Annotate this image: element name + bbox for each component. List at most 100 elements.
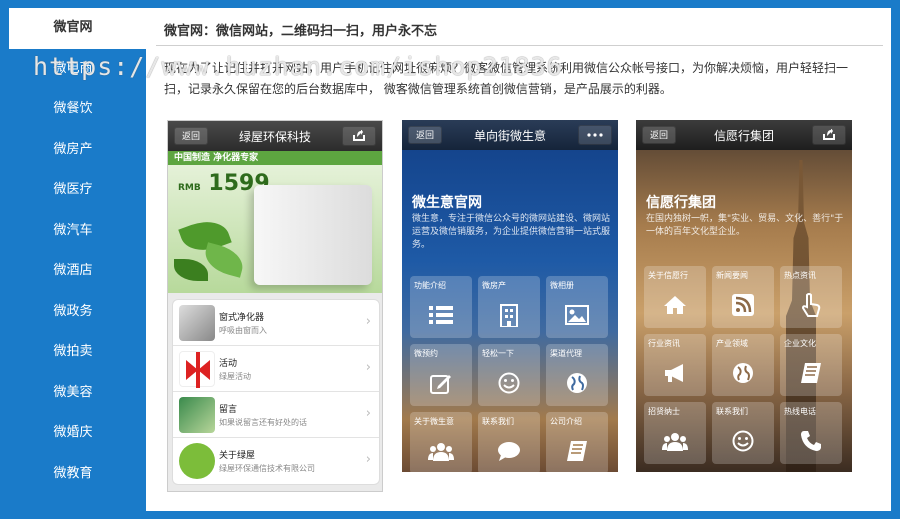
tile-label: 热线电话	[784, 407, 816, 416]
hero-title: 信愿行集团	[646, 195, 716, 211]
sidebar-item-wei-meirong[interactable]: 微美容	[0, 373, 146, 414]
tile-label: 关于信愿行	[648, 271, 688, 280]
tile-label: 产业领域	[716, 339, 748, 348]
sidebar-item-wei-guanwang[interactable]: 微官网	[9, 8, 146, 49]
tile[interactable]: 热线电话	[780, 402, 842, 464]
smile-icon	[730, 428, 756, 454]
tile[interactable]: 新闻要闻	[712, 266, 774, 328]
tile[interactable]: 微相册	[546, 276, 608, 338]
leaf-image	[201, 242, 247, 278]
tile-grid: 功能介绍 微房产 微相册 微预约 轻松一下 渠道代理 关于微生意 联系我们 公司…	[410, 276, 610, 472]
list-item[interactable]: 窗式净化器 呼吸由窗而入 ›	[173, 300, 379, 346]
edit-icon	[428, 370, 454, 396]
phone-title: 绿屋环保科技	[238, 129, 311, 144]
users-icon	[428, 438, 454, 464]
tile-label: 行业资讯	[648, 339, 680, 348]
menu-list: 窗式净化器 呼吸由窗而入 › 活动 绿屋活动 › 留言 如果说留言还有好处的话 …	[172, 299, 380, 485]
list-item[interactable]: 关于绿屋 绿屋环保通信技术有限公司 ›	[173, 438, 379, 484]
tile[interactable]: 微预约	[410, 344, 472, 406]
list-item-title: 关于绿屋	[219, 451, 256, 461]
tile-label: 轻松一下	[482, 349, 514, 358]
tile-label: 微预约	[414, 349, 438, 358]
more-icon[interactable]	[578, 125, 612, 145]
megaphone-icon	[662, 360, 688, 386]
carousel-dots	[308, 285, 332, 293]
chevron-right-icon: ›	[365, 406, 371, 421]
list-item-subtitle: 呼吸由窗而入	[219, 326, 267, 335]
tile[interactable]: 热点资讯	[780, 266, 842, 328]
chevron-right-icon: ›	[365, 452, 371, 467]
phone-header: 返回 绿屋环保科技	[168, 121, 382, 151]
tile[interactable]: 行业资讯	[644, 334, 706, 396]
tile-label: 微相册	[550, 281, 574, 290]
tile[interactable]: 公司介绍	[546, 412, 608, 472]
home-icon	[662, 292, 688, 318]
tile[interactable]: 企业文化	[780, 334, 842, 396]
product-banner: 中国制造 净化器专家 RMB 1599	[168, 151, 382, 293]
phone-title: 单向街微生意	[473, 128, 546, 143]
tile-label: 渠道代理	[550, 349, 582, 358]
phone-header: 返回 信愿行集团	[636, 120, 852, 150]
sidebar-item-wei-hunqing[interactable]: 微婚庆	[0, 413, 146, 454]
back-button[interactable]: 返回	[408, 126, 442, 144]
tile[interactable]: 联系我们	[712, 402, 774, 464]
banner-strip: 中国制造 净化器专家	[168, 151, 382, 165]
sidebar-item-wei-qiche[interactable]: 微汽车	[0, 211, 146, 252]
tile[interactable]: 功能介绍	[410, 276, 472, 338]
phone-preview-green-tech: 返回 绿屋环保科技 中国制造 净化器专家 RMB 1599 窗式净化器 呼吸由窗…	[167, 120, 383, 492]
title-divider	[156, 45, 883, 46]
tile[interactable]: 渠道代理	[546, 344, 608, 406]
tile-label: 联系我们	[482, 417, 514, 426]
sidebar-item-wei-jiaoyu[interactable]: 微教育	[0, 454, 146, 495]
tile-label: 关于微生意	[414, 417, 454, 426]
globe-icon	[564, 370, 590, 396]
share-icon[interactable]	[342, 126, 376, 146]
share-icon[interactable]	[812, 125, 846, 145]
sidebar-item-wei-canyin[interactable]: 微餐饮	[0, 89, 146, 130]
tile[interactable]: 微房产	[478, 276, 540, 338]
tile[interactable]: 关于微生意	[410, 412, 472, 472]
chevron-right-icon: ›	[365, 360, 371, 375]
tile-label: 微房产	[482, 281, 506, 290]
chevron-right-icon: ›	[365, 314, 371, 329]
page-title: 微官网：微信网站，二维码扫一扫，用户永不忘	[164, 24, 438, 39]
sidebar-item-wei-yiliao[interactable]: 微医疗	[0, 170, 146, 211]
globe-icon	[730, 360, 756, 386]
main-panel: 微官网：微信网站，二维码扫一扫，用户永不忘 现在为了让记住并打开网站，用户手机记…	[146, 8, 891, 511]
smile-icon	[496, 370, 522, 396]
tile-label: 招贤纳士	[648, 407, 680, 416]
book-icon	[798, 360, 824, 386]
sidebar-item-wei-fangchan[interactable]: 微房产	[0, 130, 146, 171]
tile[interactable]: 轻松一下	[478, 344, 540, 406]
list-item[interactable]: 活动 绿屋活动 ›	[173, 346, 379, 392]
list-item[interactable]: 留言 如果说留言还有好处的话 ›	[173, 392, 379, 438]
purifier-image	[254, 185, 372, 285]
back-button[interactable]: 返回	[174, 127, 208, 145]
picture-icon	[564, 302, 590, 328]
back-button[interactable]: 返回	[642, 126, 676, 144]
list-thumb	[179, 305, 215, 341]
list-thumb	[179, 397, 215, 433]
list-icon	[428, 302, 454, 328]
sidebar-item-wei-jiudian[interactable]: 微酒店	[0, 251, 146, 292]
list-item-subtitle: 绿屋环保通信技术有限公司	[219, 464, 315, 473]
tile[interactable]: 联系我们	[478, 412, 540, 472]
hero-description: 微生意，专注于微信公众号的微网站建设、微网站运营及微信销服务，为企业提供微信营销…	[412, 214, 611, 250]
tile-grid: 关于信愿行 新闻要闻 热点资讯 行业资讯 产业领域 企业文化 招贤纳士 联系我们…	[644, 266, 844, 464]
phone-preview-xinyuanxing: 返回 信愿行集团 信愿行集团 在国内独树一帜，集"实业、贸易、文化、善行"于一体…	[636, 120, 852, 472]
chat-icon	[496, 438, 522, 464]
tile[interactable]: 产业领域	[712, 334, 774, 396]
tile[interactable]: 招贤纳士	[644, 402, 706, 464]
sidebar-item-wei-zhengwu[interactable]: 微政务	[0, 292, 146, 333]
building-icon	[496, 302, 522, 328]
list-item-title: 留言	[219, 405, 238, 415]
phone-preview-micro-business: 返回 单向街微生意 微生意官网 微生意，专注于微信公众号的微网站建设、微网站运营…	[402, 120, 618, 472]
tile-label: 新闻要闻	[716, 271, 748, 280]
tile[interactable]: 关于信愿行	[644, 266, 706, 328]
phone-title: 信愿行集团	[713, 128, 774, 143]
rss-icon	[730, 292, 756, 318]
sidebar-item-wei-paimai[interactable]: 微拍卖	[0, 332, 146, 373]
list-item-subtitle: 如果说留言还有好处的话	[219, 418, 307, 427]
list-item-title: 活动	[219, 359, 238, 369]
phone-icon	[798, 428, 824, 454]
